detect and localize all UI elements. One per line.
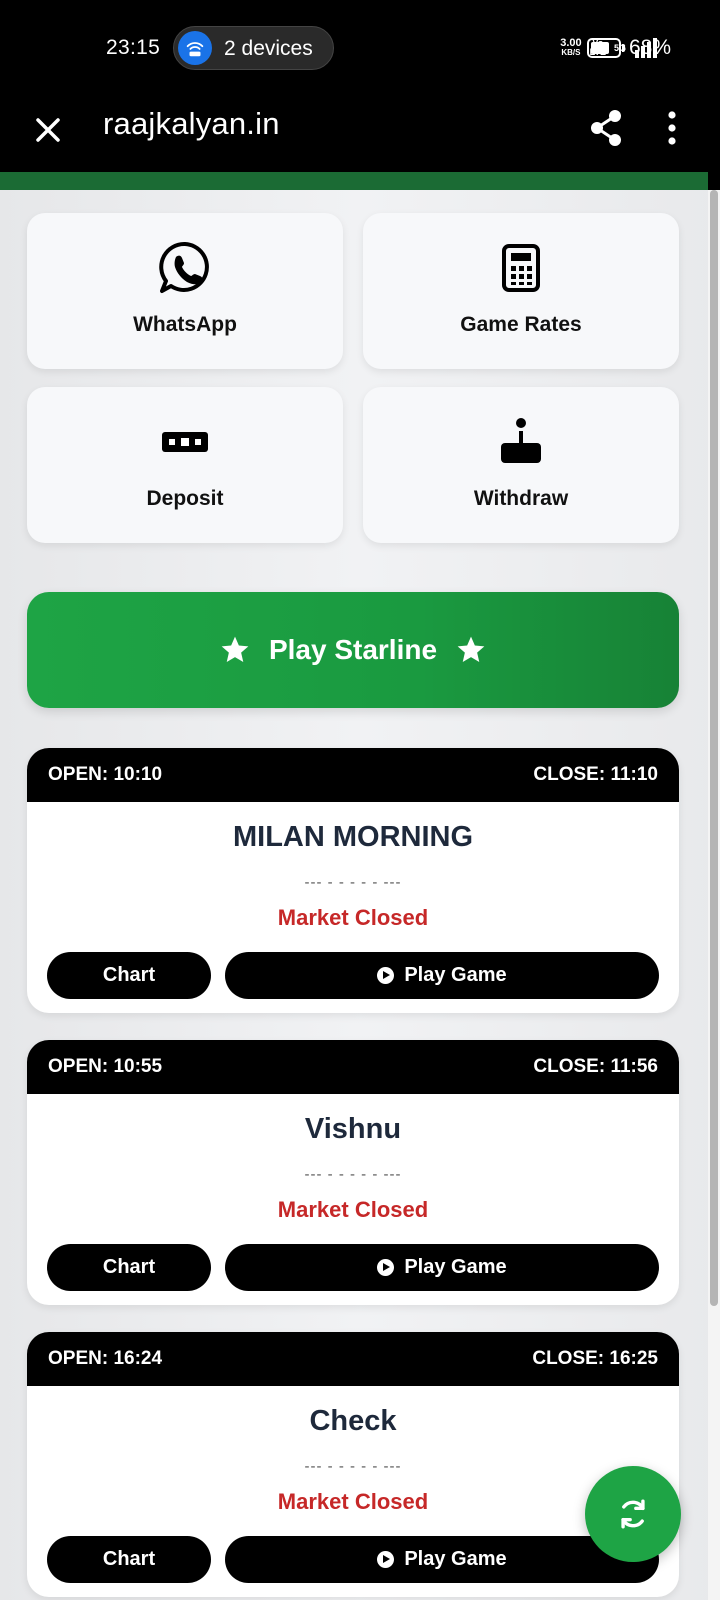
close-time: CLOSE: 11:56 bbox=[533, 1056, 658, 1077]
play-icon bbox=[377, 967, 395, 984]
play-game-label: Play Game bbox=[404, 1256, 507, 1278]
deposit-tile[interactable]: Deposit bbox=[27, 387, 343, 543]
chart-button[interactable]: Chart bbox=[47, 1536, 211, 1583]
game-rates-tile[interactable]: Game Rates bbox=[363, 213, 679, 369]
status-bar: 23:15 2 devices 3.00KB/S VoLTE 5G 68% bbox=[0, 0, 720, 92]
status-time: 23:15 bbox=[106, 36, 161, 59]
market-status: Market Closed bbox=[277, 1197, 429, 1222]
market-card: OPEN: 10:55 CLOSE: 11:56 Vishnu --- - - … bbox=[27, 1040, 679, 1305]
chart-button[interactable]: Chart bbox=[47, 952, 211, 999]
battery-percent: 68% bbox=[629, 36, 672, 59]
market-status: Market Closed bbox=[277, 905, 429, 930]
close-time: CLOSE: 16:25 bbox=[532, 1348, 658, 1369]
share-icon[interactable] bbox=[588, 108, 624, 148]
page-title: raajkalyan.in bbox=[103, 106, 280, 141]
page-content[interactable]: WhatsApp Game Rates Deposit Withdraw Pla… bbox=[0, 190, 720, 1600]
market-name: Check bbox=[309, 1405, 397, 1437]
play-starline-button[interactable]: Play Starline bbox=[27, 592, 679, 708]
close-time: CLOSE: 11:10 bbox=[533, 764, 658, 785]
whatsapp-label: WhatsApp bbox=[133, 313, 237, 336]
play-game-button[interactable]: Play Game bbox=[225, 952, 659, 999]
play-icon bbox=[377, 1551, 395, 1568]
scrollbar-thumb[interactable] bbox=[710, 190, 718, 1306]
hotspot-icon bbox=[178, 31, 212, 65]
play-game-label: Play Game bbox=[404, 1548, 507, 1570]
network-speed: 3.00 KB/S bbox=[560, 37, 582, 58]
market-card: OPEN: 10:10 CLOSE: 11:10 MILAN MORNING -… bbox=[27, 748, 679, 1013]
hotspot-pill[interactable]: 2 devices bbox=[173, 26, 334, 70]
whatsapp-tile[interactable]: WhatsApp bbox=[27, 213, 343, 369]
star-icon bbox=[457, 636, 485, 662]
game-rates-label: Game Rates bbox=[460, 313, 582, 336]
hotspot-label: 2 devices bbox=[224, 37, 313, 60]
market-result: --- - - - - - --- bbox=[304, 874, 402, 891]
whatsapp-icon bbox=[27, 239, 343, 297]
market-card-header: OPEN: 16:24 CLOSE: 16:25 bbox=[27, 1332, 679, 1386]
market-card-header: OPEN: 10:10 CLOSE: 11:10 bbox=[27, 748, 679, 802]
deposit-icon bbox=[27, 413, 343, 471]
refresh-icon bbox=[621, 1499, 645, 1529]
withdraw-icon bbox=[363, 413, 679, 471]
battery-cap bbox=[622, 44, 625, 52]
market-name: MILAN MORNING bbox=[232, 821, 474, 853]
browser-app-bar: raajkalyan.in bbox=[0, 92, 720, 172]
market-name: Vishnu bbox=[304, 1113, 402, 1145]
open-time: OPEN: 16:24 bbox=[48, 1348, 163, 1369]
chart-button[interactable]: Chart bbox=[47, 1244, 211, 1291]
market-card-header: OPEN: 10:55 CLOSE: 11:56 bbox=[27, 1040, 679, 1094]
play-game-button[interactable]: Play Game bbox=[225, 1244, 659, 1291]
market-card: OPEN: 16:24 CLOSE: 16:25 Check --- - - -… bbox=[27, 1332, 679, 1597]
header-accent-bar bbox=[0, 172, 708, 190]
open-time: OPEN: 10:10 bbox=[48, 764, 163, 785]
refresh-button[interactable] bbox=[585, 1466, 681, 1562]
market-result: --- - - - - - --- bbox=[304, 1458, 402, 1475]
more-vert-icon[interactable] bbox=[664, 110, 680, 146]
deposit-label: Deposit bbox=[146, 487, 224, 510]
market-status: Market Closed bbox=[277, 1489, 429, 1514]
battery-icon bbox=[587, 38, 621, 58]
scrollbar[interactable] bbox=[708, 190, 720, 1600]
open-time: OPEN: 10:55 bbox=[48, 1056, 163, 1077]
play-icon bbox=[377, 1259, 395, 1276]
withdraw-tile[interactable]: Withdraw bbox=[363, 387, 679, 543]
market-result: --- - - - - - --- bbox=[304, 1166, 402, 1183]
play-game-label: Play Game bbox=[404, 964, 507, 986]
close-icon[interactable] bbox=[30, 112, 66, 148]
play-starline-label: Play Starline bbox=[268, 634, 438, 665]
withdraw-label: Withdraw bbox=[473, 487, 569, 510]
star-icon bbox=[221, 636, 249, 662]
calculator-icon bbox=[363, 239, 679, 297]
